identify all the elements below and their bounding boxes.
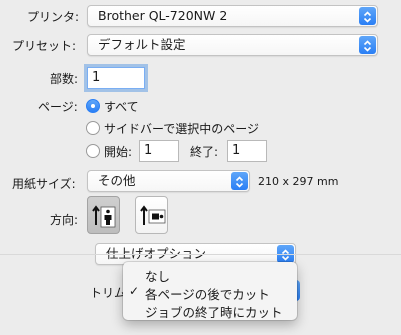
trim-option-after-each-page[interactable]: 各ページの後でカット [145,284,270,303]
printer-value: Brother QL-720NW 2 [98,8,228,23]
pages-all-label: すべて [104,100,139,114]
paper-label: 用紙サイズ: [12,177,76,191]
preset-label: プリセット: [12,39,77,53]
copies-label: 部数: [50,72,79,86]
paper-dimensions: 210 x 297 mm [258,175,339,188]
pages-selection-label: サイドバーで選択中のページ [104,122,260,136]
orientation-landscape-button[interactable] [135,196,168,234]
trim-dropdown-menu: なし ✓ 各ページの後でカット ジョブの終了時にカット [123,262,297,320]
pages-from-label: 開始: [104,145,133,159]
pages-selection-radio[interactable] [86,121,100,135]
checkmark-icon: ✓ [129,284,140,298]
pages-to-label: 終了: [190,145,219,159]
copies-field[interactable]: 1 [87,67,145,89]
trim-option-end-of-job[interactable]: ジョブの終了時にカット [145,302,283,321]
pages-to-field[interactable]: 1 [227,140,267,162]
landscape-orientation-icon [140,205,166,225]
orientation-label: 方向: [50,213,79,227]
pages-label: ページ: [38,100,78,114]
orientation-portrait-button[interactable] [87,196,120,234]
pages-from-field[interactable]: 1 [139,140,179,162]
preset-popup[interactable]: デフォルト設定 [87,34,378,56]
paper-size-value: その他 [98,173,136,188]
pages-range-radio[interactable] [86,144,100,158]
popup-stepper-icon [359,36,376,54]
popup-stepper-icon [359,7,376,25]
popup-stepper-icon [231,172,248,190]
pages-all-radio[interactable] [86,99,100,113]
portrait-orientation-icon [92,205,116,228]
printer-label: プリンタ: [27,10,80,24]
paper-size-popup[interactable]: その他 [87,170,250,192]
printer-popup[interactable]: Brother QL-720NW 2 [87,5,378,27]
trim-label: トリム [90,286,127,300]
trim-option-none[interactable]: なし [145,266,170,285]
section-divider [0,254,401,255]
preset-value: デフォルト設定 [98,37,186,52]
